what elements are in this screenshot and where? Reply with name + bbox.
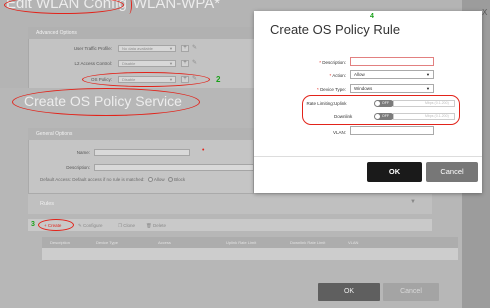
rules-section-header[interactable]: [28, 194, 432, 214]
name-label: Name:: [76, 150, 90, 155]
dialog-ok-button[interactable]: OK: [367, 162, 422, 182]
description-label: Description:: [66, 165, 90, 170]
default-access-text: Default Access: Default access if no rul…: [40, 177, 145, 182]
col-downlink-rate-limit[interactable]: Downlink Rate Limit: [290, 240, 325, 245]
chevron-down-icon[interactable]: ▼: [410, 199, 416, 205]
add-icon[interactable]: +: [181, 45, 189, 52]
highlight-oval-os-policy: [82, 72, 210, 87]
col-uplink-rate-limit[interactable]: Uplink Rate Limit: [226, 240, 256, 245]
action-select[interactable]: Allow ▼: [350, 70, 434, 79]
configure-label: Configure: [83, 223, 103, 228]
chevron-down-icon: ▼: [169, 46, 173, 51]
delete-label: Delete: [152, 223, 166, 228]
l2-access-control-select[interactable]: Disable ▼: [118, 60, 176, 67]
action-label-text: Action:: [332, 73, 346, 78]
col-vlan[interactable]: VLAN: [348, 240, 358, 245]
dialog-title: Create OS Policy Rule: [270, 22, 401, 37]
vlan-input[interactable]: [350, 126, 434, 135]
step-number-4: 4: [370, 13, 374, 20]
device-type-select[interactable]: Windows ▼: [350, 84, 434, 93]
rules-table-body: [42, 248, 458, 260]
rules-title: Rules: [40, 201, 55, 207]
delete-rule-button[interactable]: 🗑 Delete: [146, 223, 166, 229]
device-type-label: * Device Type:: [288, 87, 346, 92]
clone-rule-button[interactable]: ❐ Clone: [118, 223, 135, 229]
rule-description-label: * Description:: [288, 60, 346, 65]
description-input[interactable]: [94, 164, 254, 171]
l2-access-control-label: L2 Access Control:: [74, 61, 112, 66]
block-label: Block: [174, 177, 186, 182]
trash-icon: 🗑: [146, 223, 153, 228]
service-cancel-button[interactable]: Cancel: [383, 283, 439, 301]
step-number-3: 3: [31, 221, 35, 228]
col-device-type[interactable]: Device Type: [96, 240, 118, 245]
action-label: * Action:: [288, 73, 346, 78]
close-icon[interactable]: X: [482, 8, 487, 17]
highlight-oval-service-title: [12, 88, 200, 116]
chevron-down-icon: ▼: [426, 86, 430, 91]
action-value: Allow: [354, 72, 365, 77]
highlight-oval-create: [38, 219, 74, 231]
service-ok-button[interactable]: OK: [318, 283, 380, 301]
edit-icon[interactable]: ✎: [192, 59, 197, 66]
clone-label: Clone: [123, 223, 136, 228]
user-traffic-profile-select[interactable]: No data available ▼: [118, 45, 176, 52]
edit-icon[interactable]: ✎: [192, 44, 197, 51]
user-traffic-profile-value: No data available: [122, 46, 153, 51]
dialog-cancel-button[interactable]: Cancel: [426, 162, 478, 182]
block-radio[interactable]: [167, 177, 173, 183]
chevron-down-icon: ▼: [169, 61, 173, 66]
l2-access-control-value: Disable: [122, 61, 136, 66]
allow-radio[interactable]: [147, 177, 153, 183]
user-traffic-profile-label: User Traffic Profile:: [73, 46, 112, 51]
rule-description-input[interactable]: [350, 57, 434, 66]
device-type-value: Windows: [354, 86, 373, 91]
rule-description-label-text: Description:: [322, 60, 346, 65]
chevron-down-icon: ▼: [426, 72, 430, 77]
advanced-options-title: Advanced Options: [36, 30, 77, 36]
highlight-oval-rate-limiting: [302, 95, 460, 125]
general-options-title: General Options: [36, 131, 73, 137]
col-description[interactable]: Description: [50, 240, 70, 245]
default-access-row: Default Access: Default access if no rul…: [40, 177, 186, 183]
step-number-2: 2: [216, 75, 221, 84]
configure-rule-button[interactable]: ✎ Configure: [78, 223, 103, 229]
wlan-name: WLAN-WPA*: [132, 0, 221, 12]
col-access[interactable]: Access: [158, 240, 171, 245]
device-type-label-text: Device Type:: [320, 87, 346, 92]
add-icon[interactable]: +: [181, 60, 189, 67]
name-input[interactable]: [94, 149, 190, 156]
allow-label: Allow: [153, 177, 165, 182]
vlan-label: VLAN:: [332, 130, 346, 135]
dialog-footer-divider: [254, 156, 482, 157]
required-marker: •: [202, 147, 205, 154]
